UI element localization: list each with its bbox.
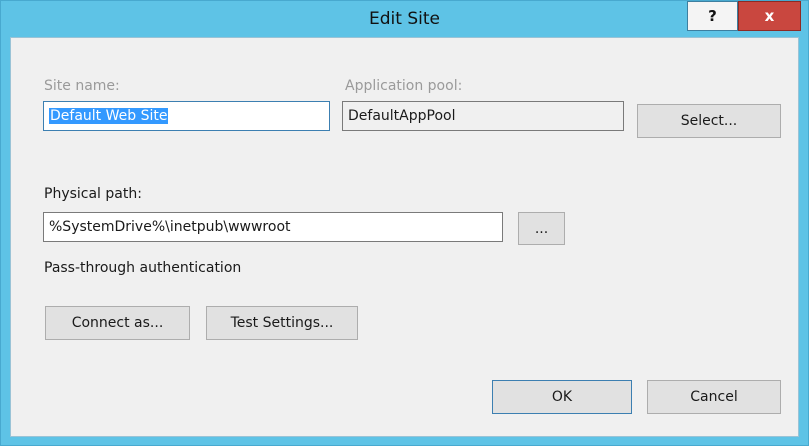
edit-site-dialog: Edit Site ? x Site name: Default Web Sit…	[0, 0, 809, 446]
browse-button[interactable]: ...	[518, 212, 565, 245]
connect-as-button[interactable]: Connect as...	[45, 306, 190, 340]
site-name-value: Default Web Site	[49, 108, 169, 124]
title-bar[interactable]: Edit Site ? x	[1, 1, 808, 37]
close-icon: x	[764, 7, 775, 25]
site-name-label: Site name:	[44, 78, 120, 94]
help-button[interactable]: ?	[687, 1, 738, 31]
application-pool-value: DefaultAppPool	[348, 108, 456, 124]
physical-path-input[interactable]: %SystemDrive%\inetpub\wwwroot	[43, 212, 503, 242]
physical-path-label: Physical path:	[44, 186, 142, 202]
help-icon: ?	[708, 7, 717, 25]
cancel-button[interactable]: Cancel	[647, 380, 781, 414]
dialog-body: Site name: Default Web Site Application …	[10, 37, 799, 437]
site-name-input[interactable]: Default Web Site	[43, 101, 330, 131]
test-settings-button[interactable]: Test Settings...	[206, 306, 358, 340]
application-pool-label: Application pool:	[345, 78, 463, 94]
ok-button[interactable]: OK	[492, 380, 632, 414]
physical-path-value: %SystemDrive%\inetpub\wwwroot	[49, 219, 291, 235]
select-button[interactable]: Select...	[637, 104, 781, 138]
application-pool-field: DefaultAppPool	[342, 101, 624, 131]
authentication-label: Pass-through authentication	[44, 260, 242, 276]
close-button[interactable]: x	[738, 1, 801, 31]
